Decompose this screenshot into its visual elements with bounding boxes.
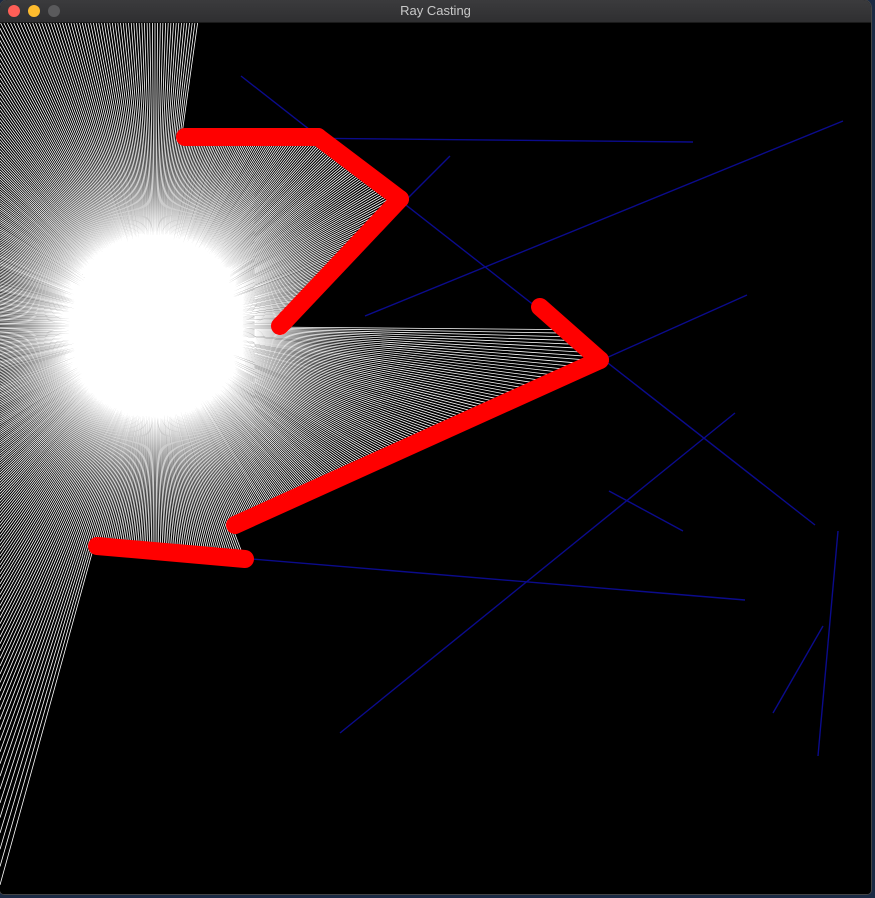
wall-segment	[817, 530, 839, 757]
hit-highlight	[531, 298, 609, 369]
light-source[interactable]	[105, 276, 205, 376]
wall-segment	[772, 625, 824, 714]
window-title: Ray Casting	[400, 3, 471, 18]
rays-group	[0, 23, 600, 886]
scene-svg	[0, 23, 844, 886]
wall-segment	[339, 412, 736, 734]
light-rays	[0, 23, 600, 886]
wall-segment	[608, 490, 684, 532]
app-window: Ray Casting	[0, 0, 871, 894]
wall-segment	[364, 120, 844, 317]
title-bar[interactable]: Ray Casting	[0, 0, 871, 23]
ray-casting-canvas[interactable]	[0, 23, 871, 894]
